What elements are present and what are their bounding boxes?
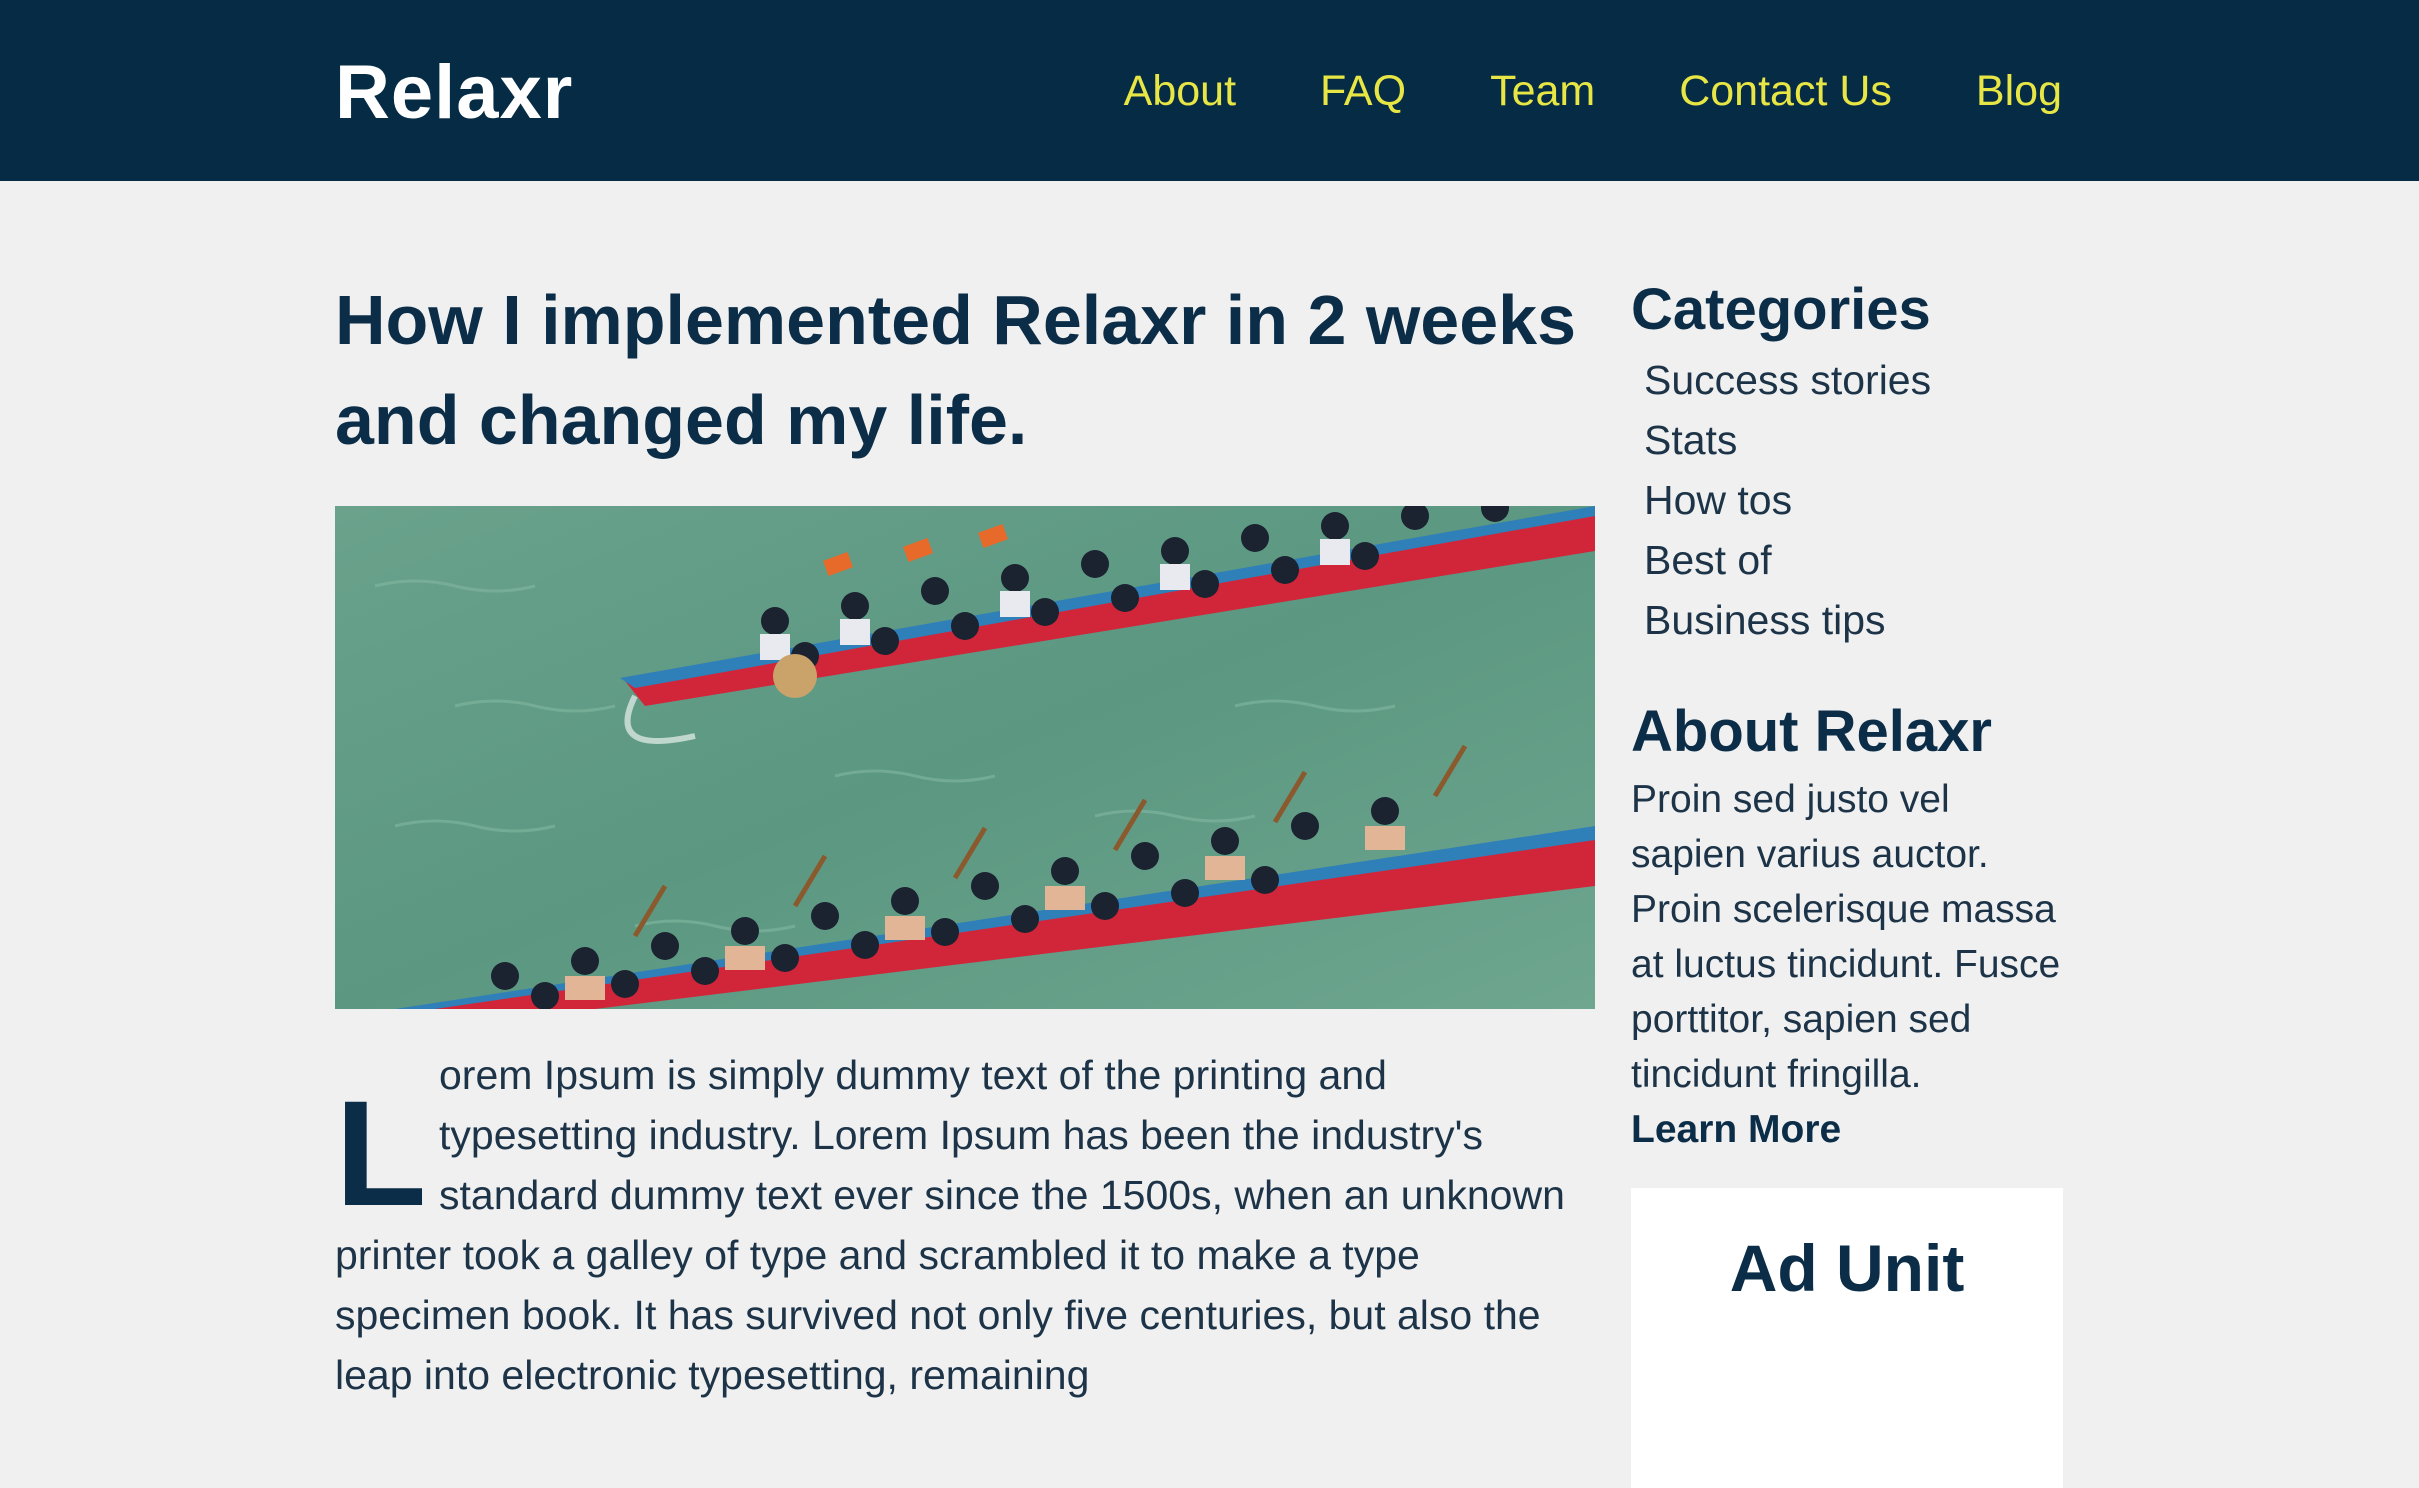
category-item-how-tos[interactable]: How tos <box>1644 470 2063 530</box>
post-body: L orem Ipsum is simply dummy text of the… <box>335 1045 1595 1405</box>
drop-cap: L <box>335 1069 427 1237</box>
sidebar: Categories Success stories Stats How tos… <box>1631 270 2063 1488</box>
category-item-best-of[interactable]: Best of <box>1644 530 2063 590</box>
site-header: Relaxr About FAQ Team Contact Us Blog <box>0 0 2419 181</box>
main-content: How I implemented Relaxr in 2 weeks and … <box>335 270 1595 1398</box>
learn-more-link[interactable]: Learn More <box>1631 1102 2063 1157</box>
nav-blog-link[interactable]: Blog <box>1976 62 2062 120</box>
ad-unit-label: Ad Unit <box>1729 1231 1965 1305</box>
dragon-boat-race-photo-icon <box>335 506 1595 1009</box>
categories-heading: Categories <box>1631 277 1931 342</box>
main-nav: About FAQ Team Contact Us Blog <box>1124 62 2062 120</box>
site-logo[interactable]: Relaxr <box>335 48 573 138</box>
nav-faq-link[interactable]: FAQ <box>1320 62 1406 120</box>
nav-contact-link[interactable]: Contact Us <box>1679 62 1892 120</box>
category-item-business-tips[interactable]: Business tips <box>1644 590 2063 650</box>
post-hero-image <box>335 506 1595 1009</box>
post-title: How I implemented Relaxr in 2 weeks and … <box>335 281 1576 459</box>
about-heading: About Relaxr <box>1631 699 1992 764</box>
nav-team-link[interactable]: Team <box>1490 62 1595 120</box>
post-body-text: orem Ipsum is simply dummy text of the p… <box>335 1052 1565 1398</box>
ad-unit[interactable]: Ad Unit <box>1631 1188 2063 1488</box>
nav-about-link[interactable]: About <box>1124 62 1236 120</box>
category-list: Success stories Stats How tos Best of Bu… <box>1631 350 2063 650</box>
about-text: Proin sed justo vel sapien varius auctor… <box>1631 778 2061 1096</box>
category-item-stats[interactable]: Stats <box>1644 410 2063 470</box>
category-item-success-stories[interactable]: Success stories <box>1644 350 2063 410</box>
